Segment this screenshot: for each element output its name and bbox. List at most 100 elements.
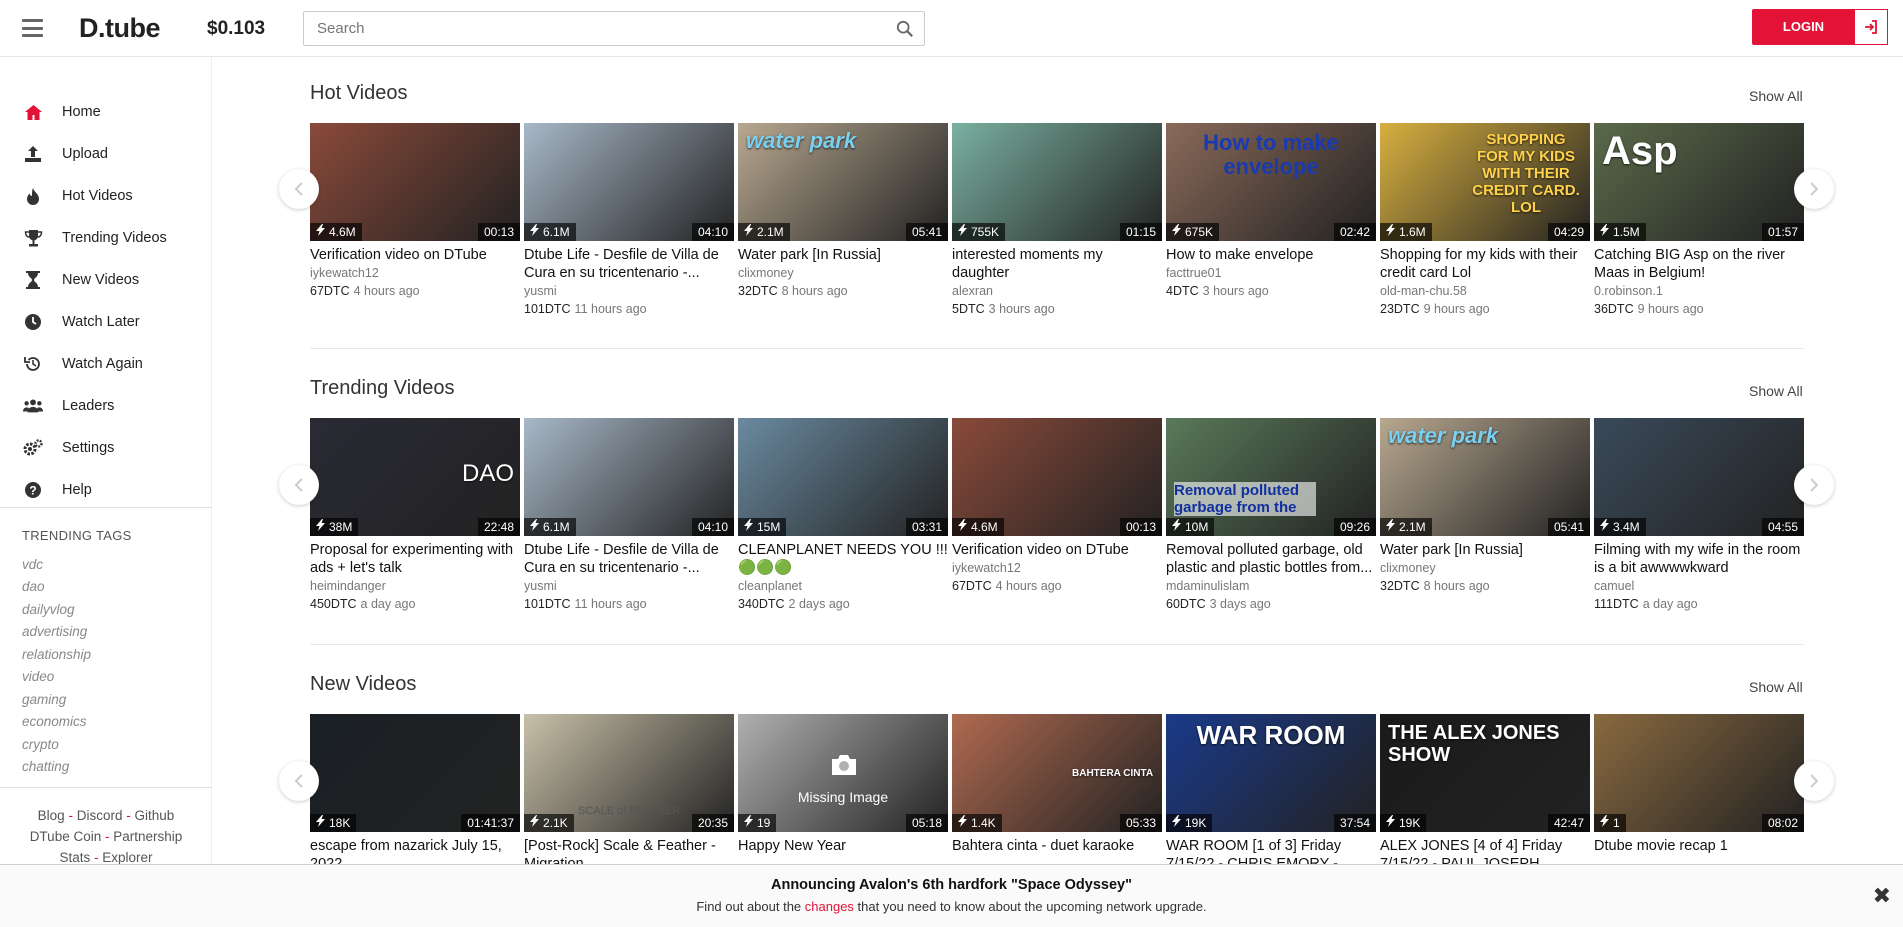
video-thumbnail[interactable]: 3.4M 04:55 <box>1594 418 1804 536</box>
sidebar-item-settings[interactable]: Settings <box>0 429 212 467</box>
video-title[interactable]: Shopping for my kids with their credit c… <box>1380 246 1590 282</box>
video-thumbnail[interactable]: 6.1M 04:10 <box>524 418 734 536</box>
tag-link[interactable]: advertising <box>22 624 87 639</box>
video-thumbnail[interactable]: THE ALEX JONES SHOW 19K 42:47 <box>1380 714 1590 832</box>
sidebar-item-help[interactable]: ? Help <box>0 471 212 509</box>
stats-link[interactable]: Stats <box>59 850 90 865</box>
sidebar-item-watch-again[interactable]: Watch Again <box>0 345 212 383</box>
video-thumbnail[interactable]: Asp 1.5M 01:57 <box>1594 123 1804 241</box>
tag-link[interactable]: crypto <box>22 737 59 752</box>
video-author[interactable]: cleanplanet <box>738 579 948 593</box>
video-card[interactable]: How to make envelope 675K 02:42 How to make… <box>1166 123 1376 298</box>
video-card[interactable]: THE ALEX JONES SHOW 19K 42:47 ALEX JONES [4… <box>1380 714 1590 873</box>
video-thumbnail[interactable]: 6.1M 04:10 <box>524 123 734 241</box>
video-author[interactable]: facttrue01 <box>1166 266 1376 280</box>
tag-link[interactable]: video <box>22 669 54 684</box>
video-thumbnail[interactable]: Missing Image 19 05:18 <box>738 714 948 832</box>
show-all-hot[interactable]: Show All <box>1749 88 1803 104</box>
close-icon[interactable]: ✖ <box>1873 883 1891 909</box>
video-author[interactable]: heimindanger <box>310 579 520 593</box>
tag-link[interactable]: chatting <box>22 759 69 774</box>
carousel-prev-hot[interactable] <box>279 169 319 209</box>
partnership-link[interactable]: Partnership <box>113 829 182 844</box>
video-card[interactable]: Removal polluted garbage from the 10M 09:2… <box>1166 418 1376 611</box>
carousel-next-trending[interactable] <box>1794 465 1834 505</box>
sidebar-item-hot-videos[interactable]: Hot Videos <box>0 177 212 215</box>
video-card[interactable]: WAR ROOM 19K 37:54 WAR ROOM [1 of 3] Friday… <box>1166 714 1376 873</box>
video-title[interactable]: Dtube Life - Desfile de Villa de Cura en… <box>524 246 734 282</box>
dtube-logo[interactable]: D.tube <box>79 13 161 44</box>
video-thumbnail[interactable]: Removal polluted garbage from the 10M 09:2… <box>1166 418 1376 536</box>
video-title[interactable]: Dtube movie recap 1 <box>1594 837 1804 855</box>
explorer-link[interactable]: Explorer <box>102 850 152 865</box>
video-title[interactable]: Verification video on DTube <box>310 246 520 264</box>
tag-link[interactable]: relationship <box>22 647 91 662</box>
video-card[interactable]: water park 2.1M 05:41 Water park [In Russia… <box>738 123 948 298</box>
video-thumbnail[interactable]: SHOPPING FOR MY KIDS WITH THEIR CREDIT C… <box>1380 123 1590 241</box>
video-card[interactable]: Asp 1.5M 01:57 Catching BIG Asp on the rive… <box>1594 123 1804 316</box>
video-thumbnail[interactable]: 18K 01:41:37 <box>310 714 520 832</box>
tag-link[interactable]: dao <box>22 579 45 594</box>
video-thumbnail[interactable]: water park 2.1M 05:41 <box>738 123 948 241</box>
video-card[interactable]: 755K 01:15 interested moments my daughter a… <box>952 123 1162 316</box>
video-title[interactable]: Removal polluted garbage, old plastic an… <box>1166 541 1376 577</box>
video-thumbnail[interactable]: How to make envelope 675K 02:42 <box>1166 123 1376 241</box>
video-thumbnail[interactable]: SCALE of FEATHER 2.1K 20:35 <box>524 714 734 832</box>
video-card[interactable]: 3.4M 04:55 Filming with my wife in the roo… <box>1594 418 1804 611</box>
search-icon[interactable] <box>896 20 914 38</box>
changes-link[interactable]: changes <box>805 899 854 914</box>
video-card[interactable]: 1 08:02 Dtube movie recap 1 <box>1594 714 1804 855</box>
video-card[interactable]: SHOPPING FOR MY KIDS WITH THEIR CREDIT C… <box>1380 123 1590 316</box>
video-author[interactable]: iykewatch12 <box>310 266 520 280</box>
video-title[interactable]: CLEANPLANET NEEDS YOU !!! 🟢🟢🟢 <box>738 541 948 577</box>
video-title[interactable]: interested moments my daughter <box>952 246 1162 282</box>
carousel-next-new[interactable] <box>1794 761 1834 801</box>
sidebar-item-home[interactable]: Home <box>0 93 212 131</box>
dtube-coin-link[interactable]: DTube Coin <box>30 829 102 844</box>
video-author[interactable]: clixmoney <box>1380 561 1590 575</box>
sidebar-item-leaders[interactable]: Leaders <box>0 387 212 425</box>
sidebar-item-new-videos[interactable]: New Videos <box>0 261 212 299</box>
github-link[interactable]: Github <box>135 808 175 823</box>
video-author[interactable]: yusmi <box>524 579 734 593</box>
video-thumbnail[interactable]: 755K 01:15 <box>952 123 1162 241</box>
tag-link[interactable]: gaming <box>22 692 66 707</box>
video-card[interactable]: DAO 38M 22:48 Proposal for experimenting wi… <box>310 418 520 611</box>
login-icon[interactable] <box>1855 9 1888 45</box>
login-button[interactable]: LOGIN <box>1752 9 1855 45</box>
video-card[interactable]: 15M 03:31 CLEANPLANET NEEDS YOU !!! 🟢🟢🟢 cle… <box>738 418 948 611</box>
video-title[interactable]: How to make envelope <box>1166 246 1376 264</box>
video-card[interactable]: 6.1M 04:10 Dtube Life - Desfile de Villa d… <box>524 418 734 611</box>
video-thumbnail[interactable]: 4.6M 00:13 <box>952 418 1162 536</box>
carousel-prev-new[interactable] <box>279 761 319 801</box>
video-author[interactable]: 0.robinson.1 <box>1594 284 1804 298</box>
tag-link[interactable]: economics <box>22 714 87 729</box>
video-title[interactable]: Water park [In Russia] <box>738 246 948 264</box>
video-thumbnail[interactable]: WAR ROOM 19K 37:54 <box>1166 714 1376 832</box>
video-title[interactable]: Bahtera cinta - duet karaoke <box>952 837 1162 855</box>
video-card[interactable]: Missing Image 19 05:18 Happy New Year <box>738 714 948 855</box>
video-title[interactable]: Water park [In Russia] <box>1380 541 1590 559</box>
menu-icon[interactable] <box>22 19 43 37</box>
sidebar-item-watch-later[interactable]: Watch Later <box>0 303 212 341</box>
video-card[interactable]: water park 2.1M 05:41 Water park [In Russia… <box>1380 418 1590 593</box>
tag-link[interactable]: vdc <box>22 557 43 572</box>
video-title[interactable]: Happy New Year <box>738 837 948 855</box>
video-thumbnail[interactable]: 1 08:02 <box>1594 714 1804 832</box>
show-all-new[interactable]: Show All <box>1749 679 1803 695</box>
blog-link[interactable]: Blog <box>38 808 65 823</box>
video-thumbnail[interactable]: DAO 38M 22:48 <box>310 418 520 536</box>
video-author[interactable]: clixmoney <box>738 266 948 280</box>
video-author[interactable]: old-man-chu.58 <box>1380 284 1590 298</box>
show-all-trending[interactable]: Show All <box>1749 383 1803 399</box>
video-author[interactable]: alexran <box>952 284 1162 298</box>
carousel-prev-trending[interactable] <box>279 465 319 505</box>
video-author[interactable]: mdaminulislam <box>1166 579 1376 593</box>
video-author[interactable]: yusmi <box>524 284 734 298</box>
video-card[interactable]: 18K 01:41:37 escape from nazarick July 15,… <box>310 714 520 873</box>
sidebar-item-upload[interactable]: Upload <box>0 135 212 173</box>
video-thumbnail[interactable]: water park 2.1M 05:41 <box>1380 418 1590 536</box>
video-title[interactable]: Dtube Life - Desfile de Villa de Cura en… <box>524 541 734 577</box>
video-title[interactable]: Filming with my wife in the room is a bi… <box>1594 541 1804 577</box>
video-card[interactable]: 4.6M 00:13 Verification video on DTube iyke… <box>310 123 520 298</box>
